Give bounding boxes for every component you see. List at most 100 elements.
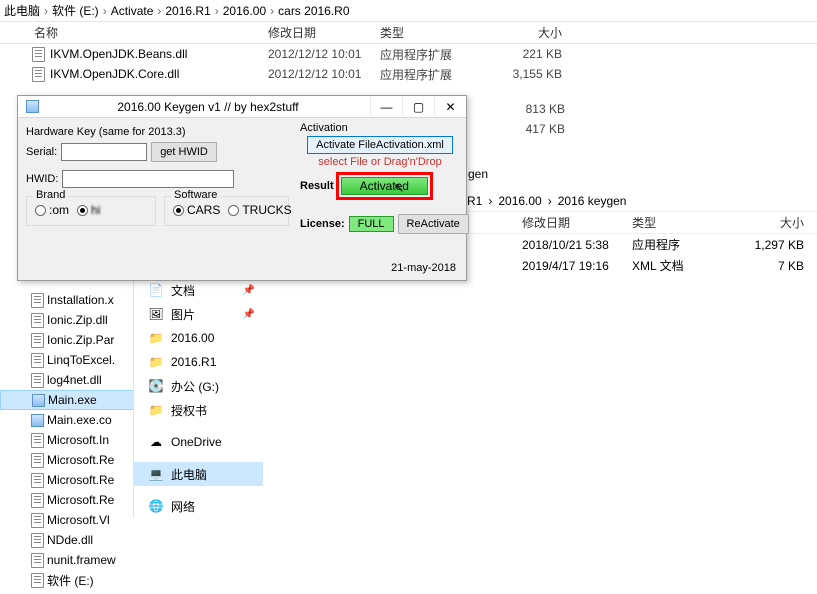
list-item[interactable]: Microsoft.In <box>0 430 135 450</box>
software-radio-cars[interactable]: CARS <box>173 203 220 217</box>
bc-p5[interactable]: cars 2016.R0 <box>278 4 349 18</box>
list-item[interactable]: Microsoft.Re <box>0 490 135 510</box>
bc-p4[interactable]: 2016.00 <box>223 4 266 18</box>
list-item[interactable]: NDde.dll <box>0 530 135 550</box>
list-item[interactable]: Main.exe.co <box>0 410 135 430</box>
file-icon <box>30 433 44 447</box>
sidebar-item[interactable]: 🖼 图片 📌 <box>134 302 263 326</box>
bc-p1[interactable]: 软件 (E:) <box>52 2 99 19</box>
keygen-window: 2016.00 Keygen v1 // by hex2stuff — ▢ ✕ … <box>17 95 467 281</box>
col-name[interactable]: 名称 <box>0 24 268 41</box>
list-item[interactable]: 软件 (E:) <box>0 570 135 590</box>
file-name: Microsoft.Re <box>47 453 114 467</box>
sidebar-label: 图片 <box>171 306 195 323</box>
bc-p3[interactable]: 2016.R1 <box>165 4 210 18</box>
list-item[interactable]: Microsoft.Re <box>0 450 135 470</box>
cursor-icon: ↖ <box>394 180 405 196</box>
file-icon <box>30 513 44 527</box>
brand-radio-a[interactable]: :om <box>35 203 69 217</box>
brand-radio-b[interactable]: hi <box>77 203 100 217</box>
file-name: Microsoft.Re <box>47 493 114 507</box>
license-status: FULL <box>349 216 394 232</box>
activate-button[interactable]: Activate FileActivation.xml <box>307 136 453 154</box>
hwid-input[interactable] <box>62 170 234 188</box>
list-item[interactable]: nunit.framew <box>0 550 135 570</box>
minimize-button[interactable]: — <box>370 96 402 118</box>
list-item[interactable]: log4net.dll <box>0 370 135 390</box>
file-name: IKVM.OpenJDK.Core.dll <box>50 67 268 81</box>
file-row[interactable]: IKVM.OpenJDK.Beans.dll 2012/12/12 10:01 … <box>0 44 817 64</box>
col-size[interactable]: 大小 <box>744 214 804 231</box>
bc-item[interactable]: 2016 keygen <box>558 194 627 208</box>
chevron-right-icon: › <box>270 4 274 18</box>
sidebar-item[interactable]: 🌐 网络 <box>134 494 263 518</box>
close-button[interactable]: ✕ <box>434 96 466 118</box>
sidebar-item[interactable]: 📁 授权书 <box>134 398 263 422</box>
maximize-button[interactable]: ▢ <box>402 96 434 118</box>
list-item[interactable]: LinqToExcel. <box>0 350 135 370</box>
col-date[interactable]: 修改日期 <box>268 24 380 41</box>
col-type[interactable]: 类型 <box>380 24 492 41</box>
file-name: Installation.x <box>47 293 114 307</box>
sidebar-item[interactable]: 💻 此电脑 <box>134 462 263 486</box>
col-size[interactable]: 大小 <box>492 24 562 41</box>
sidebar-item[interactable]: 📁 2016.R1 <box>134 350 263 374</box>
partial-text: gen <box>468 167 488 181</box>
build-date: 21-may-2018 <box>391 262 456 274</box>
file-date: 2018/10/21 5:38 <box>522 238 632 252</box>
bc-item[interactable]: 2016.00 <box>498 194 541 208</box>
sidebar-item[interactable]: 💽 办公 (G:) <box>134 374 263 398</box>
sidebar-item[interactable]: ☁ OneDrive <box>134 430 263 454</box>
file-name: Ionic.Zip.Par <box>47 333 114 347</box>
software-radio-trucks[interactable]: TRUCKS <box>228 203 291 217</box>
file-type: 应用程序 <box>632 236 744 253</box>
pin-icon: 📌 <box>243 309 255 320</box>
file-icon <box>30 533 44 547</box>
bc-item[interactable]: R1 <box>467 194 482 208</box>
serial-input[interactable] <box>61 143 147 161</box>
sidebar: ⬇ 下载 📌 📄 文档 📌 🖼 图片 📌 📁 2016.00 📁 2016.R1… <box>133 254 263 518</box>
file-name: Microsoft.Vl <box>47 513 110 527</box>
software-group: Software CARS TRUCKS <box>164 196 289 226</box>
bc-p2[interactable]: Activate <box>111 4 154 18</box>
sidebar-label: 办公 (G:) <box>171 378 219 395</box>
sidebar-label: 2016.00 <box>171 331 214 345</box>
file-name: Main.exe <box>48 393 97 407</box>
list-item[interactable]: Microsoft.Vl <box>0 510 135 530</box>
folder-icon: 📁 <box>149 355 163 369</box>
sidebar-item[interactable]: 📄 文档 📌 <box>134 278 263 302</box>
file-name: Microsoft.In <box>47 433 109 447</box>
chevron-right-icon: › <box>548 194 552 208</box>
file-row[interactable]: IKVM.OpenJDK.Core.dll 2012/12/12 10:01 应… <box>0 64 817 84</box>
file-name: LinqToExcel. <box>47 353 115 367</box>
reactivate-button[interactable]: ReActivate <box>398 214 469 234</box>
result-highlight: Activated ↖ <box>336 172 433 200</box>
file-icon <box>30 66 46 82</box>
sidebar-label: 文档 <box>171 282 195 299</box>
list-item[interactable]: Ionic.Zip.Par <box>0 330 135 350</box>
list-item[interactable]: Microsoft.Re <box>0 470 135 490</box>
list-item[interactable]: Main.exe <box>0 390 135 410</box>
doc-icon: 📄 <box>149 283 163 297</box>
sidebar-item[interactable]: 📁 2016.00 <box>134 326 263 350</box>
drive-icon: 💽 <box>149 379 163 393</box>
chevron-right-icon: › <box>157 4 161 18</box>
get-hwid-button[interactable]: get HWID <box>151 142 217 162</box>
file-icon <box>30 293 44 307</box>
chevron-right-icon: › <box>44 4 48 18</box>
file-icon <box>31 393 45 407</box>
col-type[interactable]: 类型 <box>632 214 744 231</box>
bc-p0[interactable]: 此电脑 <box>4 2 40 19</box>
titlebar[interactable]: 2016.00 Keygen v1 // by hex2stuff — ▢ ✕ <box>18 96 466 118</box>
file-name: nunit.framew <box>47 553 116 567</box>
pic-icon: 🖼 <box>149 307 163 321</box>
file-type: 应用程序扩展 <box>380 66 492 83</box>
list-item[interactable]: Ionic.Zip.dll <box>0 310 135 330</box>
file-size: 1,297 KB <box>744 238 804 252</box>
breadcrumb: 此电脑› 软件 (E:)› Activate› 2016.R1› 2016.00… <box>0 0 817 22</box>
app-icon <box>24 99 40 115</box>
list-item[interactable]: Installation.x <box>0 290 135 310</box>
col-date[interactable]: 修改日期 <box>522 214 632 231</box>
file-icon <box>30 46 46 62</box>
file-name: IKVM.OpenJDK.Beans.dll <box>50 47 268 61</box>
